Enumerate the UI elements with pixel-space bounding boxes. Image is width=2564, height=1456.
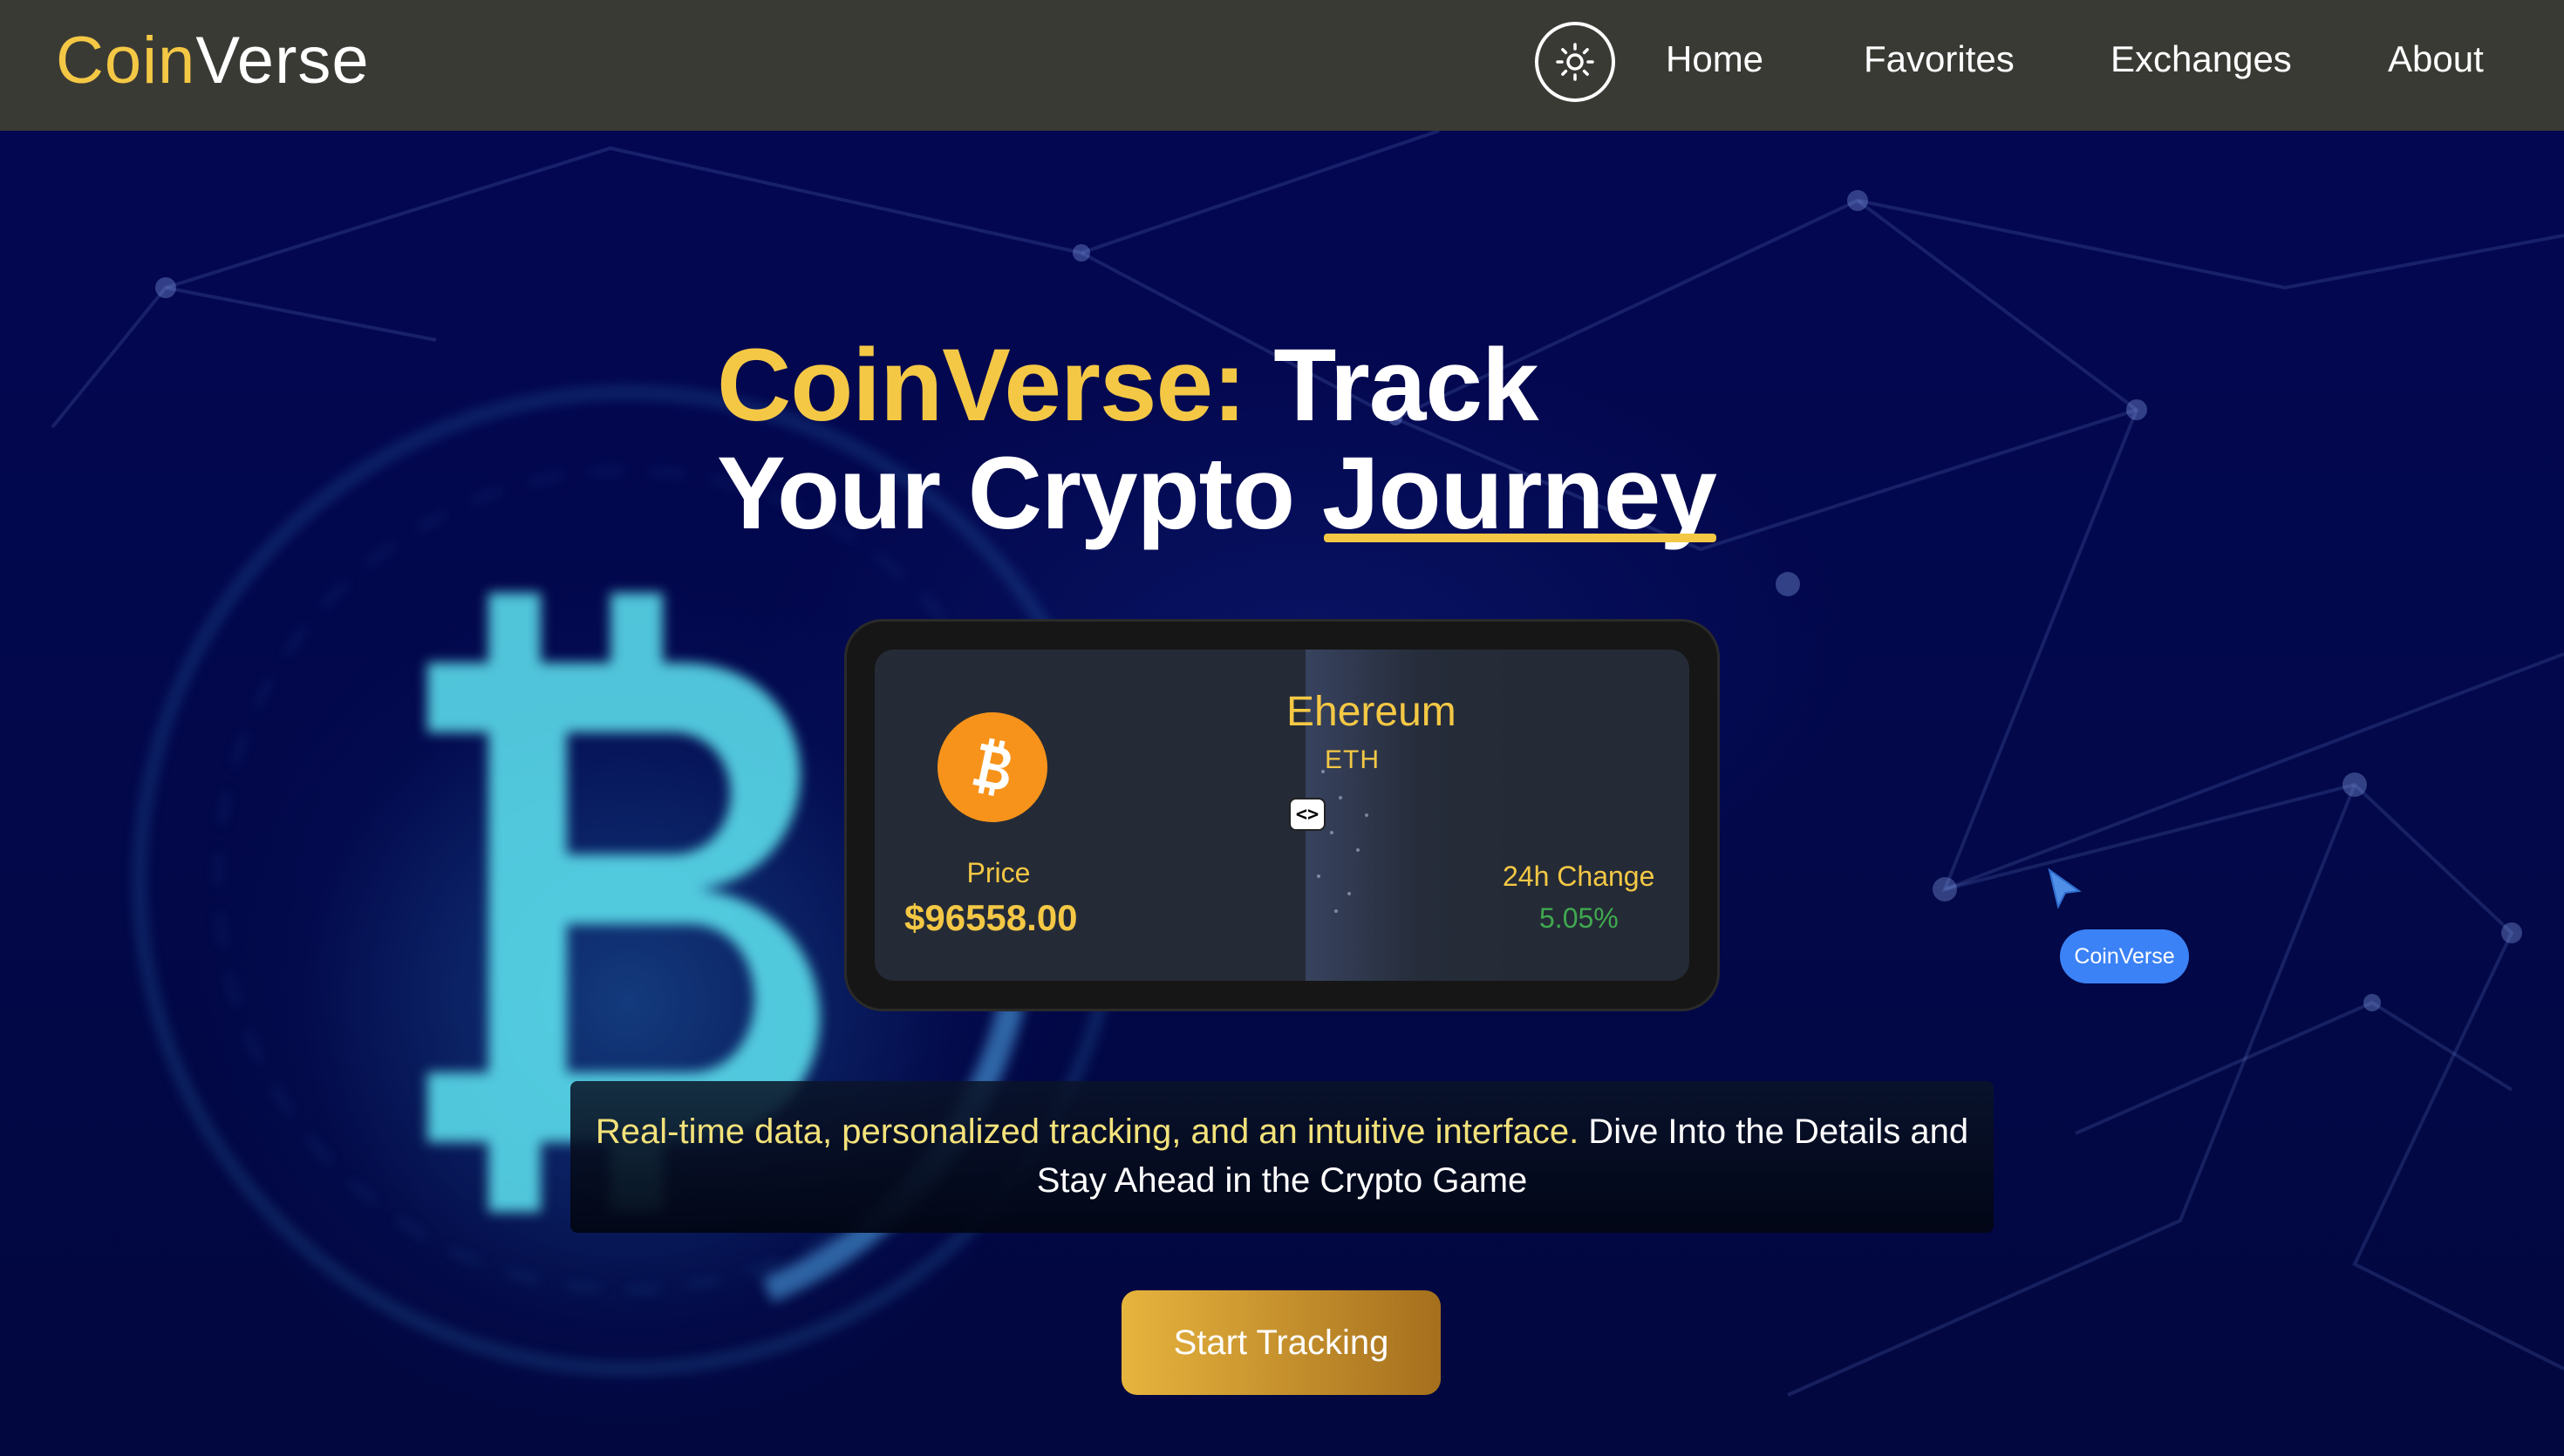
tagline-box: Real-time data, personalized tracking, a… [570, 1081, 1994, 1233]
price-value: $96558.00 [904, 897, 1078, 938]
change-value: 5.05% [1539, 902, 1619, 934]
sparkle-decoration [1313, 770, 1368, 913]
start-tracking-button[interactable]: Start Tracking [1122, 1290, 1441, 1395]
price-label: Price [966, 857, 1031, 888]
brand-logo-part2: Verse [195, 24, 370, 98]
sun-icon [1556, 43, 1594, 81]
nav-link-home[interactable]: Home [1666, 38, 1763, 80]
hero-title-line1: Track [1273, 328, 1538, 443]
hero-title-highlight: Journey [1321, 436, 1717, 551]
bitcoin-symbol-icon [972, 738, 1011, 796]
hero-title-line2: Your Crypto [717, 436, 1295, 551]
brand-logo[interactable]: CoinVerse [56, 23, 370, 99]
coin-symbol: ETH [1325, 745, 1380, 774]
change-label: 24h Change [1503, 861, 1655, 892]
top-navbar: CoinVerse Home Favorites Exchanges About [0, 0, 2564, 131]
cursor-name-tag: CoinVerse [2060, 929, 2189, 983]
nav-link-about[interactable]: About [2388, 38, 2484, 80]
nav-link-favorites[interactable]: Favorites [1864, 38, 2015, 80]
nav-link-exchanges[interactable]: Exchanges [2111, 38, 2292, 80]
hero-title: CoinVerse: Track Your Crypto Journey [717, 331, 1938, 548]
theme-toggle-button[interactable] [1535, 22, 1615, 102]
compare-slider-handle[interactable]: <> [1289, 798, 1326, 831]
pointer-cursor-icon [2048, 867, 2082, 909]
tagline-highlight: Real-time data, personalized tracking, a… [595, 1112, 1579, 1151]
coin-name: Ehereum [1286, 689, 1456, 735]
bitcoin-icon [938, 712, 1047, 822]
hero-title-brand: CoinVerse: [717, 328, 1246, 443]
coin-comparison-card: Price $96558.00 Ehereum ETH 24h Change 5… [844, 619, 1720, 1011]
coin-card-inner: Price $96558.00 Ehereum ETH 24h Change 5… [875, 650, 1689, 981]
brand-logo-part1: Coin [56, 24, 196, 98]
